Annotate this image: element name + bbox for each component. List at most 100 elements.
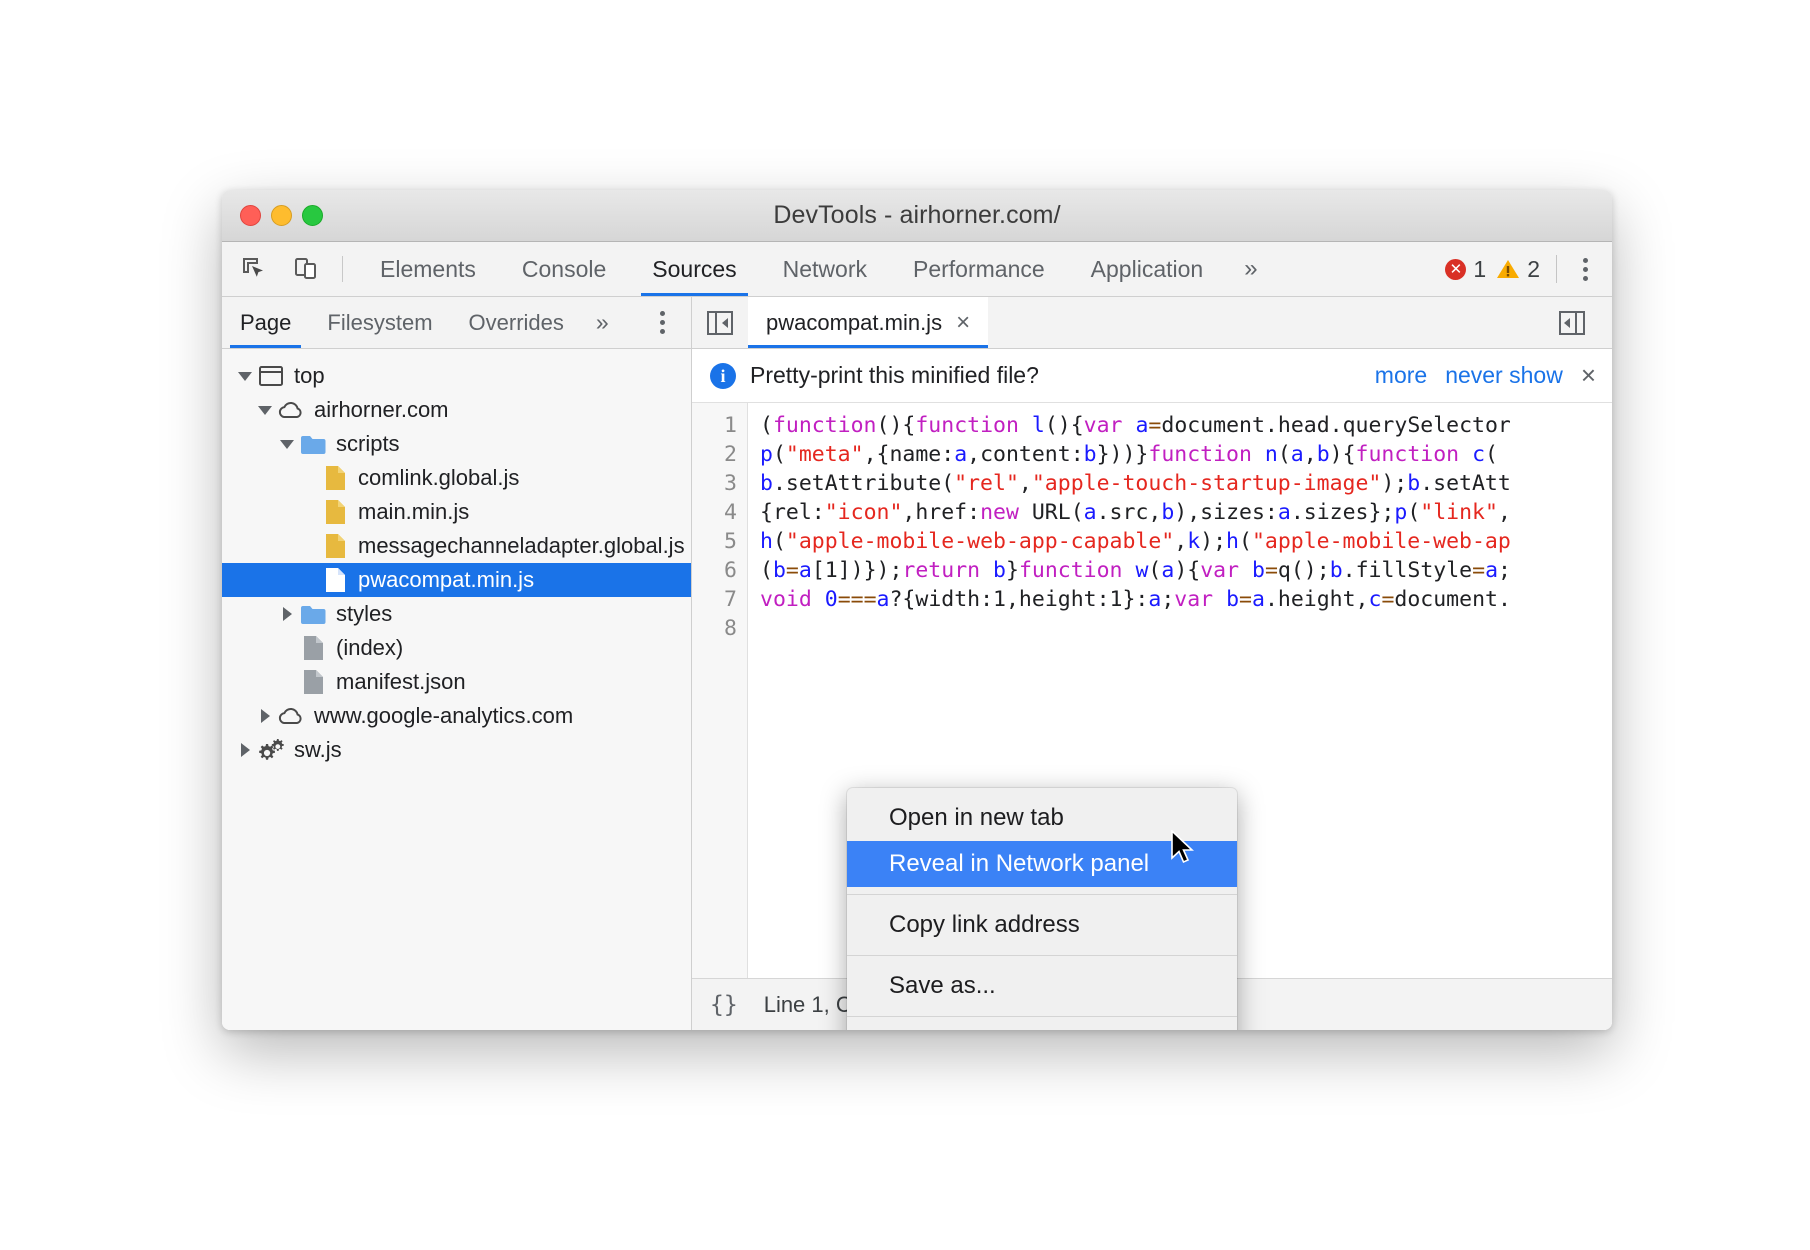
tab-elements[interactable]: Elements bbox=[357, 242, 499, 296]
infobar-message: Pretty-print this minified file? bbox=[750, 362, 1039, 389]
tree-item-manifest-json[interactable]: manifest.json bbox=[222, 665, 691, 699]
device-toolbar-icon[interactable] bbox=[286, 249, 326, 289]
kebab-menu-icon bbox=[650, 311, 675, 334]
navigator-menu-button[interactable] bbox=[650, 297, 691, 348]
menu-item-speech[interactable]: Speech bbox=[847, 1024, 1237, 1030]
code-line: h("apple-mobile-web-app-capable",k);h("a… bbox=[760, 527, 1511, 556]
navigator-tab-filesystem-label: Filesystem bbox=[327, 310, 432, 336]
tree-item-label: www.google-analytics.com bbox=[312, 703, 573, 729]
tab-network[interactable]: Network bbox=[760, 242, 890, 296]
window-title: DevTools - airhorner.com/ bbox=[222, 201, 1612, 230]
tree-item-pwacompat-min-js[interactable]: pwacompat.min.js bbox=[222, 563, 691, 597]
error-badge[interactable]: ✕ 1 bbox=[1445, 256, 1486, 283]
tab-application-label: Application bbox=[1091, 256, 1204, 283]
warning-badge[interactable]: 2 bbox=[1496, 256, 1540, 283]
file-tree: top airhorner.com scripts bbox=[222, 349, 691, 1030]
pretty-print-button[interactable]: {} bbox=[710, 992, 738, 1018]
line-number: 8 bbox=[692, 614, 737, 643]
chevron-right-icon[interactable] bbox=[254, 699, 276, 733]
window-titlebar: DevTools - airhorner.com/ bbox=[222, 190, 1612, 242]
line-number: 2 bbox=[692, 440, 737, 469]
close-icon[interactable]: × bbox=[1581, 360, 1596, 391]
show-debugger-icon[interactable] bbox=[1544, 311, 1600, 335]
js-file-icon bbox=[320, 533, 350, 559]
line-number: 7 bbox=[692, 585, 737, 614]
tree-item-scripts[interactable]: scripts bbox=[222, 427, 691, 461]
tab-performance[interactable]: Performance bbox=[890, 242, 1068, 296]
chevron-right-icon[interactable] bbox=[234, 733, 256, 767]
line-number: 5 bbox=[692, 527, 737, 556]
toolbar-divider bbox=[342, 256, 343, 282]
navigator-tab-filesystem[interactable]: Filesystem bbox=[309, 297, 450, 348]
tree-item-index[interactable]: (index) bbox=[222, 631, 691, 665]
sources-navigator-pane: Page Filesystem Overrides » top bbox=[222, 297, 692, 1030]
folder-icon bbox=[298, 604, 328, 625]
tree-spacer bbox=[298, 529, 320, 563]
close-icon[interactable]: × bbox=[956, 311, 970, 335]
tree-item-label: top bbox=[292, 363, 325, 389]
tree-item-label: styles bbox=[334, 601, 392, 627]
infobar-more-link[interactable]: more bbox=[1375, 362, 1427, 389]
panel-tabs: Elements Console Sources Network Perform… bbox=[357, 242, 1276, 296]
code-line: b.setAttribute("rel","apple-touch-startu… bbox=[760, 469, 1511, 498]
tab-application[interactable]: Application bbox=[1068, 242, 1227, 296]
tree-item-label: messagechanneladapter.global.js bbox=[356, 533, 685, 559]
show-navigator-icon[interactable] bbox=[692, 297, 748, 348]
chevron-down-icon[interactable] bbox=[276, 427, 298, 461]
tab-network-label: Network bbox=[783, 256, 867, 283]
menu-item-label: Copy link address bbox=[889, 911, 1080, 939]
tab-sources[interactable]: Sources bbox=[629, 242, 759, 296]
tree-item-airhorner-com[interactable]: airhorner.com bbox=[222, 393, 691, 427]
tree-item-label: sw.js bbox=[292, 737, 342, 763]
menu-separator bbox=[847, 894, 1237, 895]
document-icon bbox=[298, 635, 328, 661]
cloud-icon bbox=[276, 400, 306, 420]
tab-console-label: Console bbox=[522, 256, 606, 283]
line-number: 6 bbox=[692, 556, 737, 585]
tree-item-main-min-js[interactable]: main.min.js bbox=[222, 495, 691, 529]
tree-spacer bbox=[276, 665, 298, 699]
infobar-never-show-link[interactable]: never show bbox=[1445, 362, 1563, 389]
more-navigator-tabs-icon[interactable]: » bbox=[582, 297, 623, 348]
folder-icon bbox=[298, 434, 328, 455]
chevron-down-icon[interactable] bbox=[254, 393, 276, 427]
tab-performance-label: Performance bbox=[913, 256, 1045, 283]
editor-tab-strip-right bbox=[1544, 297, 1612, 348]
infobar-actions: more never show × bbox=[1375, 360, 1596, 391]
line-number: 1 bbox=[692, 411, 737, 440]
menu-separator bbox=[847, 1016, 1237, 1017]
pretty-print-infobar: i Pretty-print this minified file? more … bbox=[692, 349, 1612, 403]
code-line: (function(){function l(){var a=document.… bbox=[760, 411, 1511, 440]
code-line bbox=[760, 614, 1511, 643]
menu-item-label: Reveal in Network panel bbox=[889, 850, 1149, 878]
navigator-tab-page[interactable]: Page bbox=[222, 297, 309, 348]
menu-item-save-as[interactable]: Save as... bbox=[847, 963, 1237, 1009]
navigator-tab-overrides-label: Overrides bbox=[469, 310, 564, 336]
menu-item-copy-link-address[interactable]: Copy link address bbox=[847, 902, 1237, 948]
tree-item-sw-js[interactable]: sw.js bbox=[222, 733, 691, 767]
more-panels-icon[interactable]: » bbox=[1226, 242, 1275, 296]
tree-item-label: airhorner.com bbox=[312, 397, 449, 423]
chevron-down-icon[interactable] bbox=[234, 359, 256, 393]
line-number: 3 bbox=[692, 469, 737, 498]
chevron-right-icon[interactable] bbox=[276, 597, 298, 631]
tree-item-label: scripts bbox=[334, 431, 400, 457]
code-line: p("meta",{name:a,content:b}))}function n… bbox=[760, 440, 1511, 469]
tab-console[interactable]: Console bbox=[499, 242, 629, 296]
tree-item-www-google-analytics-com[interactable]: www.google-analytics.com bbox=[222, 699, 691, 733]
kebab-menu-icon[interactable] bbox=[1573, 258, 1598, 281]
tree-item-top[interactable]: top bbox=[222, 359, 691, 393]
info-icon: i bbox=[710, 363, 736, 389]
code-line: (b=a[1])});return b}function w(a){var b=… bbox=[760, 556, 1511, 585]
tree-item-messagechanneladapter-global-js[interactable]: messagechanneladapter.global.js bbox=[222, 529, 691, 563]
navigator-tab-overrides[interactable]: Overrides bbox=[451, 297, 582, 348]
tree-item-styles[interactable]: styles bbox=[222, 597, 691, 631]
mouse-pointer-icon bbox=[1170, 830, 1196, 871]
tree-spacer bbox=[298, 563, 320, 597]
editor-tab-pwacompat-min-js[interactable]: pwacompat.min.js × bbox=[748, 297, 988, 348]
tree-item-comlink-global-js[interactable]: comlink.global.js bbox=[222, 461, 691, 495]
toolbar-divider-2 bbox=[1556, 255, 1557, 283]
navigator-tab-page-label: Page bbox=[240, 310, 291, 336]
tree-item-label: main.min.js bbox=[356, 499, 469, 525]
inspect-element-icon[interactable] bbox=[234, 249, 274, 289]
